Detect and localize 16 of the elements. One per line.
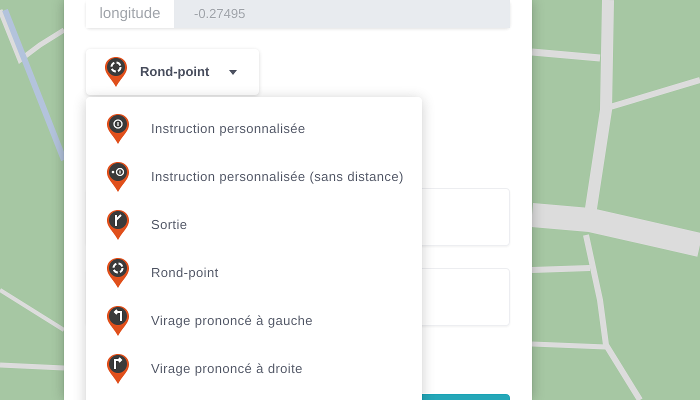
info-pin-icon bbox=[106, 161, 130, 193]
type-dropdown[interactable]: Rond-point bbox=[86, 49, 259, 95]
menu-item[interactable]: Rond-point bbox=[86, 249, 422, 297]
exit-pin-icon bbox=[106, 209, 130, 241]
info-pin-icon bbox=[106, 113, 130, 145]
caret-icon bbox=[229, 70, 238, 74]
menu-item[interactable]: Sortie bbox=[86, 201, 422, 249]
menu-item[interactable]: Instruction personnalisée (sans distance) bbox=[86, 153, 422, 201]
roundabout-pin-icon bbox=[106, 257, 130, 289]
turn-right-pin-icon bbox=[106, 353, 130, 385]
menu-item[interactable]: Virage prononcé à droite bbox=[86, 345, 422, 393]
turn-left-pin-icon bbox=[106, 305, 130, 337]
field-label: longitude bbox=[86, 0, 174, 28]
menu-item[interactable]: Instruction personnalisée bbox=[86, 105, 422, 153]
menu-item[interactable]: Virage prononcé à gauche bbox=[86, 297, 422, 345]
roundabout-pin-icon bbox=[104, 56, 128, 88]
